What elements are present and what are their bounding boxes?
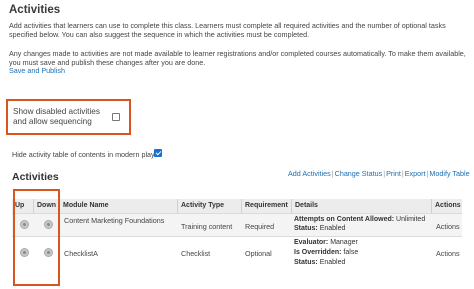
- requirement: Required: [245, 222, 275, 231]
- column-header-activity-type[interactable]: Activity Type: [178, 199, 242, 213]
- activity-type: Checklist: [181, 249, 211, 258]
- changes-note: Any changes made to activities are not m…: [9, 49, 466, 67]
- detail-label: Is Overridden:: [294, 249, 342, 256]
- activity-type: Training content: [181, 222, 233, 231]
- change-status-link[interactable]: Change Status: [335, 169, 383, 178]
- requirement: Optional: [245, 249, 272, 258]
- detail-label: Status:: [294, 259, 318, 266]
- detail-label: Attempts on Content Allowed:: [294, 216, 395, 223]
- detail-line: Status: Enabled: [294, 225, 345, 232]
- actions-link[interactable]: Actions: [436, 222, 460, 231]
- activities-toolbar: Add Activities|Change Status|Print|Expor…: [288, 169, 470, 178]
- table-row: Content Marketing Foundations Training c…: [12, 213, 462, 236]
- column-header-module-name[interactable]: Module Name: [60, 199, 178, 213]
- detail-line: Is Overridden: false: [294, 249, 358, 256]
- toolbar-separator: |: [401, 169, 404, 178]
- detail-label: Evaluator:: [294, 239, 329, 246]
- detail-line: Attempts on Content Allowed: Unlimited: [294, 216, 425, 223]
- actions-link[interactable]: Actions: [436, 249, 460, 258]
- detail-value: Manager: [330, 239, 358, 246]
- export-link[interactable]: Export: [405, 169, 426, 178]
- hide-toc-checkbox[interactable]: [154, 149, 162, 157]
- column-header-requirement[interactable]: Requirement: [242, 199, 292, 213]
- detail-value: Unlimited: [396, 216, 426, 223]
- column-header-details: Details: [292, 199, 432, 213]
- intro-text: Add activities that learners can use to …: [9, 21, 446, 39]
- module-name-link[interactable]: Content Marketing Foundations: [64, 216, 164, 225]
- detail-value: false: [343, 249, 359, 256]
- section-title: Activities: [9, 4, 61, 16]
- detail-value: Enabled: [319, 259, 346, 266]
- add-activities-link[interactable]: Add Activities: [288, 169, 331, 178]
- print-link[interactable]: Print: [386, 169, 401, 178]
- toolbar-separator: |: [331, 169, 334, 178]
- toolbar-separator: |: [383, 169, 386, 178]
- show-disabled-checkbox[interactable]: [112, 113, 120, 121]
- detail-value: Enabled: [319, 225, 346, 232]
- table-row: ChecklistA Checklist Optional Evaluator:…: [12, 236, 462, 273]
- show-disabled-label: Show disabled activities and allow seque…: [13, 107, 100, 126]
- show-disabled-highlight: Show disabled activities and allow seque…: [6, 99, 131, 135]
- up-down-columns-highlight: [13, 189, 60, 286]
- hide-toc-label: Hide activity table of contents in moder…: [12, 150, 162, 159]
- module-name: ChecklistA: [64, 249, 98, 258]
- detail-line: Evaluator: Manager: [294, 239, 358, 246]
- detail-label: Status:: [294, 225, 318, 232]
- detail-line: Status: Enabled: [294, 259, 345, 266]
- modify-table-link[interactable]: Modify Table: [429, 169, 469, 178]
- save-and-publish-link[interactable]: Save and Publish: [9, 66, 65, 75]
- activities-table-title: Activities: [12, 171, 59, 183]
- column-header-actions: Actions: [432, 199, 462, 213]
